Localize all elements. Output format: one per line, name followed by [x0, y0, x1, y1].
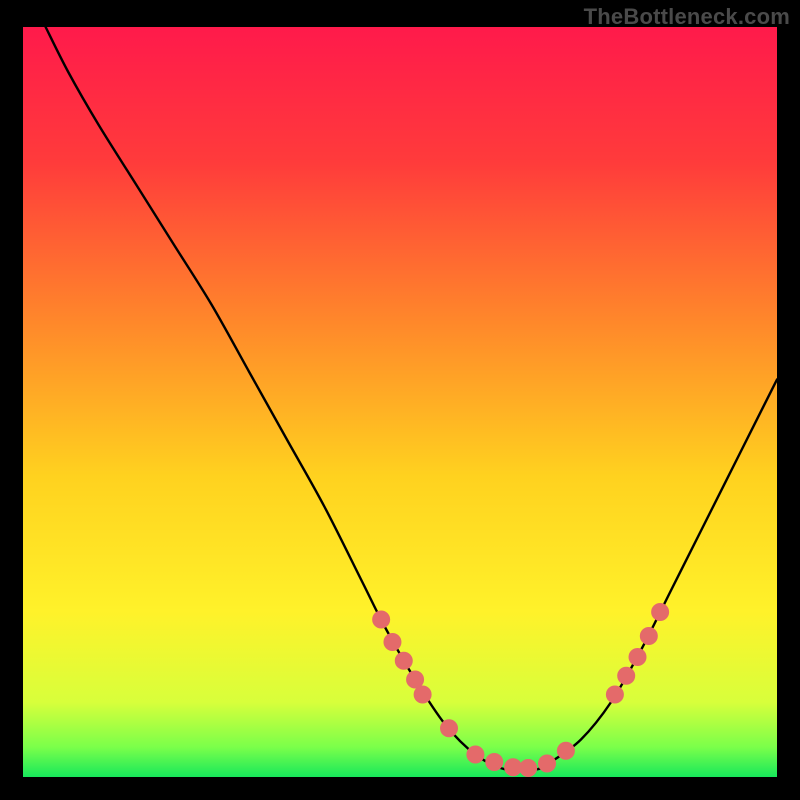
marker-point [557, 742, 575, 760]
chart-stage: TheBottleneck.com [0, 0, 800, 800]
watermark-text: TheBottleneck.com [584, 4, 790, 30]
marker-point [414, 686, 432, 704]
marker-point [617, 667, 635, 685]
marker-point [538, 755, 556, 773]
bottleneck-chart [0, 0, 800, 800]
marker-point [395, 652, 413, 670]
marker-point [485, 753, 503, 771]
marker-point [606, 686, 624, 704]
marker-point [466, 746, 484, 764]
marker-point [440, 719, 458, 737]
marker-point [372, 611, 390, 629]
marker-point [383, 633, 401, 651]
marker-point [519, 759, 537, 777]
marker-point [629, 648, 647, 666]
marker-point [651, 603, 669, 621]
marker-point [640, 627, 658, 645]
